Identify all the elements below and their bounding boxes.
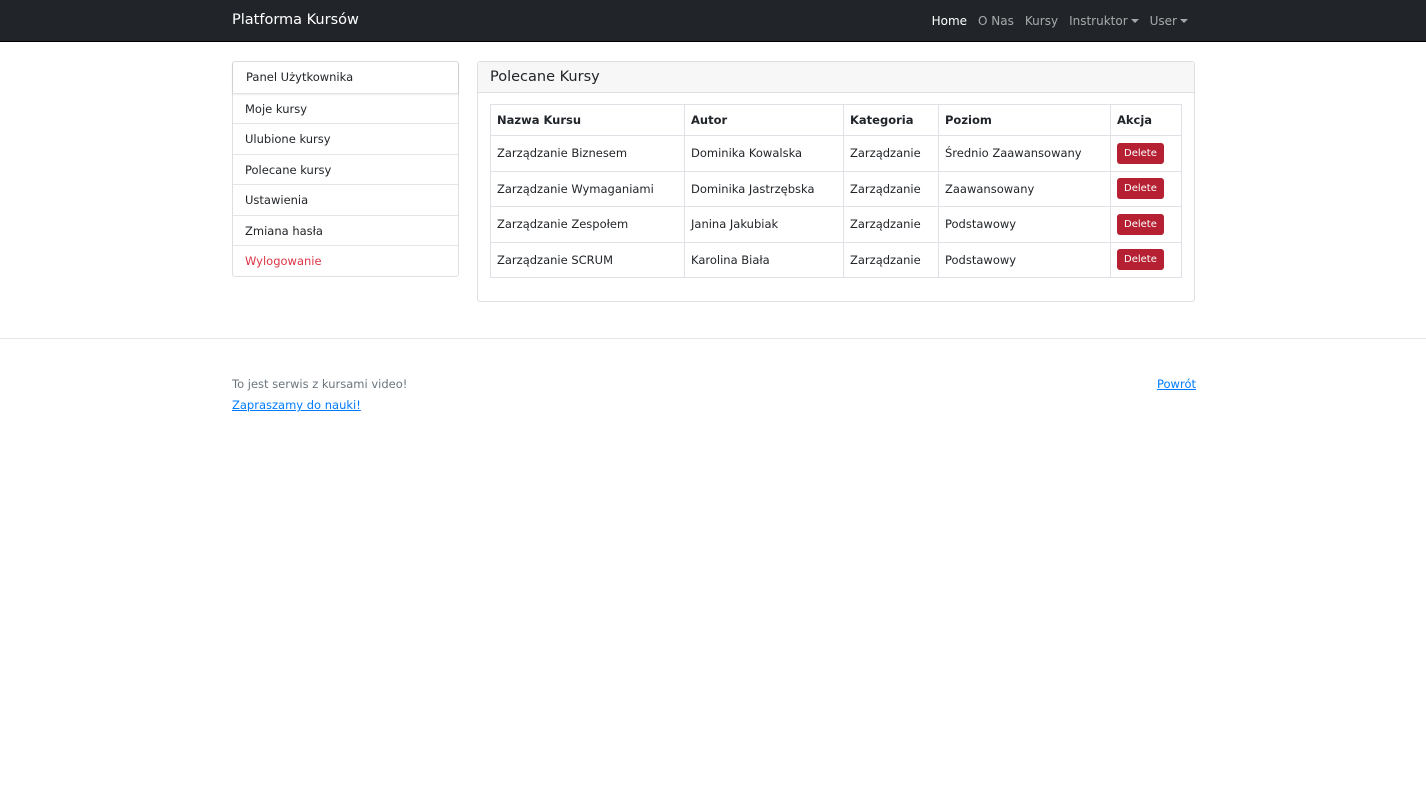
table-cell: Zarządzanie (843, 170, 939, 207)
table-cell: Średnio Zaawansowany (938, 135, 1111, 172)
navbar: Platforma Kursów Home O Nas Kursy Instru… (0, 0, 1426, 42)
table-cell: Zarządzanie SCRUM (490, 241, 685, 278)
table-row: Zarządzanie Wymaganiami Dominika Jastrzęb… (490, 170, 1182, 207)
brand[interactable]: Platforma Kursów (232, 12, 359, 28)
footer-text: To jest serwis z kursami video! (232, 377, 408, 391)
delete-button[interactable]: Delete (1117, 142, 1164, 164)
sidebar-item-wylogowanie[interactable]: Wylogowanie (233, 245, 458, 276)
footer-link[interactable]: Zapraszamy do nauki! (232, 398, 361, 412)
table-cell: Podstawowy (938, 206, 1111, 243)
action-cell: Delete (1110, 241, 1182, 278)
table-cell: Dominika Jastrzębska (684, 170, 844, 207)
sidebar-item-moje-kursy[interactable]: Moje kursy (233, 92, 458, 124)
card-title: Polecane Kursy (478, 62, 1194, 93)
table-cell: Zaawansowany (938, 170, 1111, 207)
table-cell: Podstawowy (938, 241, 1111, 278)
caret-down-icon (1130, 19, 1139, 23)
sidebar-header: Panel Użytkownika (233, 62, 458, 93)
sidebar-item-ustawienia[interactable]: Ustawienia (233, 184, 458, 215)
col-header: Kategoria (843, 104, 939, 136)
sidebar: Panel Użytkownika Moje kursy Ulubione ku… (232, 61, 459, 277)
back-link[interactable]: Powrót (1157, 377, 1196, 391)
table-cell: Zarządzanie Biznesem (490, 135, 685, 172)
table-cell: Zarządzanie Wymaganiami (490, 170, 685, 207)
col-header: Nazwa Kursu (490, 104, 685, 136)
nav-instruktor-dropdown[interactable]: Instruktor (1069, 14, 1139, 28)
nav-user-dropdown[interactable]: User (1150, 14, 1188, 28)
action-cell: Delete (1110, 206, 1182, 243)
sidebar-item-zmiana-hasla[interactable]: Zmiana hasła (233, 214, 458, 246)
nav-user-label: User (1149, 14, 1177, 28)
footer-divider (0, 338, 1426, 339)
sidebar-item-polecane-kursy[interactable]: Polecane kursy (233, 153, 458, 185)
delete-button[interactable]: Delete (1117, 213, 1164, 235)
action-cell: Delete (1110, 135, 1182, 172)
col-header: Autor (684, 104, 844, 136)
delete-button[interactable]: Delete (1117, 249, 1164, 271)
table-row: Zarządzanie Biznesem Dominika Kowalska Zar… (490, 135, 1182, 172)
nav-o-nas[interactable]: O Nas (978, 14, 1014, 28)
nav-home[interactable]: Home (932, 14, 967, 28)
table-cell: Zarządzanie Zespołem (490, 206, 685, 243)
delete-button[interactable]: Delete (1117, 178, 1164, 200)
table-cell: Dominika Kowalska (684, 135, 844, 172)
table-cell: Zarządzanie (843, 206, 939, 243)
table-cell: Janina Jakubiak (684, 206, 844, 243)
col-header: Akcja (1110, 104, 1182, 136)
sidebar-item-ulubione-kursy[interactable]: Ulubione kursy (233, 123, 458, 154)
nav-instruktor-label: Instruktor (1069, 14, 1128, 28)
table-cell: Zarządzanie (843, 135, 939, 172)
table-cell: Zarządzanie (843, 241, 939, 278)
table-header-row: Nazwa Kursu Autor Kategoria Poziom Akcja (490, 104, 1182, 136)
caret-down-icon (1180, 19, 1188, 23)
table-row: Zarządzanie Zespołem Janina Jakubiak Zarzą… (490, 206, 1182, 243)
col-header: Poziom (938, 104, 1111, 136)
nav-kursy[interactable]: Kursy (1025, 14, 1058, 28)
table-cell: Karolina Biała (684, 241, 844, 278)
courses-card: Polecane Kursy Nazwa Kursu Autor Kategor… (477, 61, 1195, 302)
courses-table: Nazwa Kursu Autor Kategoria Poziom Akcja… (490, 104, 1182, 278)
action-cell: Delete (1110, 170, 1182, 207)
table-row: Zarządzanie SCRUM Karolina Biała Zarządzan… (490, 241, 1182, 278)
